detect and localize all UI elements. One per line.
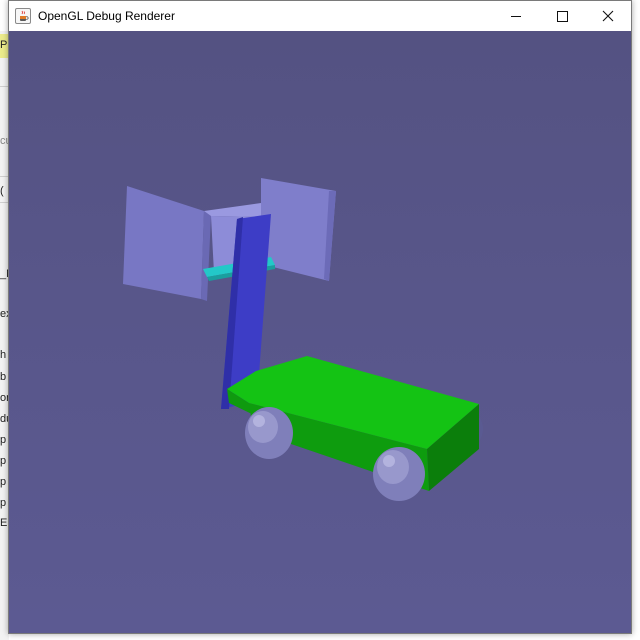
maximize-button[interactable] (539, 1, 585, 31)
maximize-icon (556, 10, 568, 22)
window-titlebar[interactable]: OpenGL Debug Renderer (9, 1, 631, 31)
close-button[interactable] (585, 1, 631, 31)
flag-panel (123, 178, 336, 301)
close-icon (602, 10, 614, 22)
rear-wheel (373, 447, 425, 501)
minimize-button[interactable] (493, 1, 539, 31)
front-wheel (245, 407, 293, 459)
scene-canvas[interactable] (9, 31, 631, 633)
opengl-viewport[interactable] (9, 31, 631, 633)
java-cup-icon (15, 8, 31, 24)
minimize-icon (511, 15, 521, 17)
window-title: OpenGL Debug Renderer (38, 9, 175, 23)
opengl-debug-window[interactable]: OpenGL Debug Renderer (8, 0, 632, 634)
